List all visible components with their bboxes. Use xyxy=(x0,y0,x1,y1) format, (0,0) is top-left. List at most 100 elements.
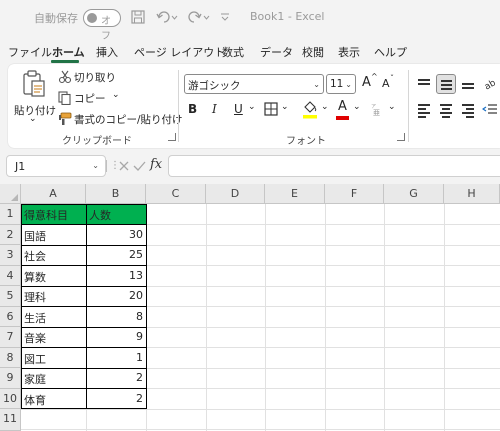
paste-arrow-icon[interactable]: ⌄ xyxy=(29,114,37,124)
row-header-6[interactable]: 6 xyxy=(0,306,21,327)
chevron-down-icon[interactable]: ⌄ xyxy=(92,161,99,170)
formula-bar: J1 ⌄ ⋮ fx xyxy=(0,152,500,180)
copy-arrow-icon[interactable]: ⌄ xyxy=(112,90,120,100)
gridline xyxy=(325,204,326,431)
column-header-g[interactable]: G xyxy=(384,184,444,204)
grow-font-button[interactable]: A xyxy=(362,75,371,90)
format-painter-label: 書式のコピー/貼り付け xyxy=(74,114,183,126)
phonetic-dropdown-icon[interactable]: ⌄ xyxy=(388,102,396,112)
title-bar: 自動保存 オフ Book1 - Excel xyxy=(0,0,500,42)
table-border xyxy=(21,265,147,266)
row-header-1[interactable]: 1 xyxy=(0,204,21,225)
tab-data[interactable]: データ xyxy=(260,44,293,60)
column-header-h[interactable]: H xyxy=(444,184,500,204)
insert-function-button[interactable]: fx xyxy=(150,157,162,172)
gridline xyxy=(265,204,266,431)
chevron-down-icon: ⌄ xyxy=(313,80,320,89)
align-bottom-button[interactable] xyxy=(458,74,478,94)
format-painter-button[interactable]: 書式のコピー/貼り付け xyxy=(58,111,183,129)
gridline xyxy=(384,204,385,431)
font-size-value: 11 xyxy=(330,78,344,90)
tab-insert[interactable]: 挿入 xyxy=(96,44,118,60)
row-header-11[interactable]: 11 xyxy=(0,409,21,431)
borders-dropdown-icon[interactable]: ⌄ xyxy=(281,102,289,112)
shrink-font-button[interactable]: A xyxy=(382,77,390,90)
tab-home[interactable]: ホーム xyxy=(52,44,85,60)
clipboard-launcher-icon[interactable] xyxy=(168,133,176,141)
column-header-f[interactable]: F xyxy=(325,184,384,204)
row-header-4[interactable]: 4 xyxy=(0,265,21,286)
column-header-a[interactable]: A xyxy=(21,184,86,204)
autosave-state: オフ xyxy=(101,16,111,42)
decrease-indent-icon[interactable] xyxy=(482,102,498,118)
ribbon: 貼り付け ⌄ 切り取り コピー ⌄ 書式のコピー/貼り付け クリップボード 游ゴ… xyxy=(8,64,500,148)
paste-icon xyxy=(23,70,45,97)
table-border xyxy=(21,388,147,389)
tab-view[interactable]: 表示 xyxy=(338,44,360,60)
gridline xyxy=(206,204,207,431)
active-tab-indicator xyxy=(51,60,79,63)
phonetic-guide-icon[interactable]: ア 亜 xyxy=(370,102,384,116)
row-header-5[interactable]: 5 xyxy=(0,286,21,307)
scissors-icon xyxy=(58,70,72,84)
font-color-button[interactable]: A xyxy=(338,99,347,114)
column-header-c[interactable]: C xyxy=(146,184,206,204)
font-group-label: フォント xyxy=(286,136,326,147)
tab-help[interactable]: ヘルプ xyxy=(374,44,407,60)
cancel-icon[interactable] xyxy=(118,160,130,172)
align-left-button[interactable] xyxy=(414,100,434,120)
undo-icon[interactable] xyxy=(156,10,178,24)
copy-button[interactable]: コピー ⌄ xyxy=(58,90,128,108)
column-header-b[interactable]: B xyxy=(86,184,146,204)
fill-color-icon[interactable] xyxy=(302,100,318,120)
group-separator xyxy=(178,70,179,142)
table-border xyxy=(21,244,147,246)
redo-icon[interactable] xyxy=(188,10,210,24)
borders-icon[interactable] xyxy=(264,102,278,116)
column-header-e[interactable]: E xyxy=(265,184,325,204)
underline-button[interactable]: U xyxy=(234,102,243,116)
column-header-d[interactable]: D xyxy=(206,184,265,204)
chevron-down-icon: ⌄ xyxy=(345,80,352,89)
save-icon[interactable] xyxy=(131,10,145,24)
name-box[interactable]: J1 ⌄ xyxy=(6,155,106,177)
font-size-combo[interactable]: 11 ⌄ xyxy=(326,74,356,94)
autosave-toggle[interactable]: オフ xyxy=(83,9,121,42)
cut-button[interactable]: 切り取り xyxy=(58,69,120,87)
select-all-button[interactable] xyxy=(0,184,21,204)
worksheet-grid[interactable]: A B C D E F G H 1 2 3 4 5 6 7 8 9 10 11 … xyxy=(0,184,500,431)
tab-review[interactable]: 校閲 xyxy=(302,44,324,60)
toggle-knob xyxy=(87,13,97,23)
row-header-2[interactable]: 2 xyxy=(0,224,21,245)
align-top-button[interactable] xyxy=(414,74,434,94)
table-border xyxy=(21,224,147,225)
tab-page-layout[interactable]: ページ レイアウト xyxy=(134,44,225,60)
align-middle-button[interactable] xyxy=(436,74,456,94)
paste-button[interactable]: 貼り付け ⌄ xyxy=(14,70,56,126)
orientation-icon[interactable]: ab xyxy=(482,74,498,90)
font-launcher-icon[interactable] xyxy=(397,133,405,141)
font-name-combo[interactable]: 游ゴシック ⌄ xyxy=(184,74,324,94)
align-right-button[interactable] xyxy=(458,100,478,120)
bold-button[interactable]: B xyxy=(188,102,197,116)
formula-input[interactable] xyxy=(168,155,500,177)
svg-text:亜: 亜 xyxy=(373,109,380,116)
font-color-dropdown-icon[interactable]: ⌄ xyxy=(353,102,361,112)
row-header-10[interactable]: 10 xyxy=(0,388,21,409)
grow-font-caret-icon: ^ xyxy=(371,72,378,81)
format-painter-icon xyxy=(59,112,72,125)
tab-formulas[interactable]: 数式 xyxy=(222,44,244,60)
table-border xyxy=(21,326,147,328)
enter-check-icon[interactable] xyxy=(133,160,146,172)
tab-file[interactable]: ファイル xyxy=(8,44,52,60)
separator xyxy=(106,160,107,172)
underline-dropdown-icon[interactable]: ⌄ xyxy=(248,102,256,112)
fill-color-dropdown-icon[interactable]: ⌄ xyxy=(321,102,329,112)
row-header-8[interactable]: 8 xyxy=(0,347,21,368)
customize-icon[interactable] xyxy=(220,12,230,22)
row-header-7[interactable]: 7 xyxy=(0,327,21,348)
row-header-9[interactable]: 9 xyxy=(0,368,21,389)
align-center-button[interactable] xyxy=(436,100,456,120)
italic-button[interactable]: I xyxy=(212,102,217,116)
row-header-3[interactable]: 3 xyxy=(0,245,21,266)
